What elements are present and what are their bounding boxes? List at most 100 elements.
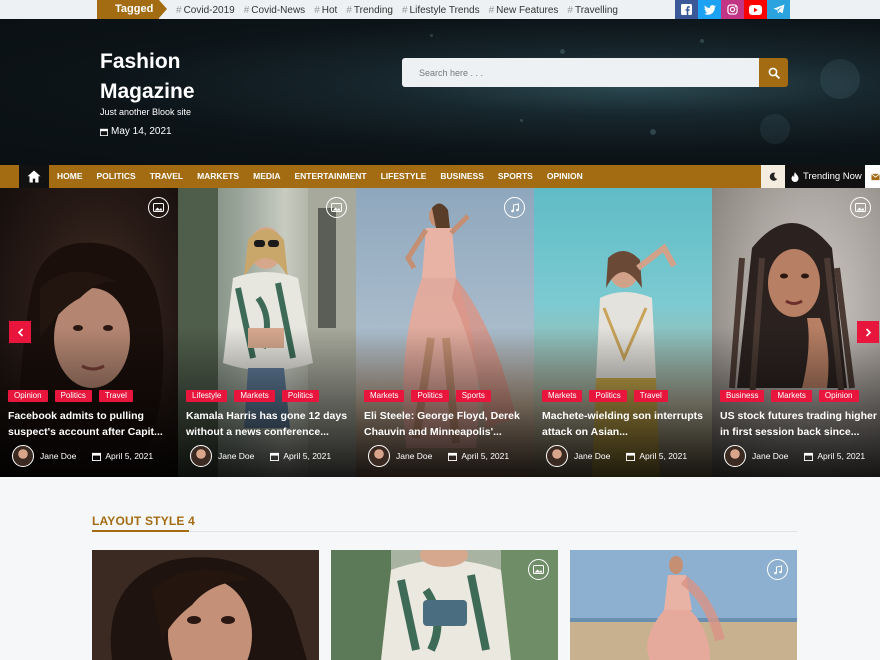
header-date-text: May 14, 2021	[111, 126, 172, 137]
slider-prev-button[interactable]	[9, 321, 31, 343]
slider-next-button[interactable]	[857, 321, 879, 343]
category-badge[interactable]: Markets	[234, 390, 275, 402]
nav-item-politics[interactable]: POLITICS	[97, 165, 136, 188]
category-list: Business Markets Opinion	[720, 390, 859, 402]
search-input[interactable]	[402, 58, 759, 87]
music-icon[interactable]	[504, 197, 525, 218]
moon-icon	[769, 172, 777, 181]
post-card-image	[570, 550, 797, 660]
category-badge[interactable]: Politics	[411, 390, 449, 402]
nav-item-media[interactable]: MEDIA	[253, 165, 280, 188]
category-badge[interactable]: Markets	[364, 390, 405, 402]
chevron-right-icon	[865, 327, 871, 337]
post-date: April 5, 2021	[283, 451, 332, 461]
home-button[interactable]	[19, 165, 49, 188]
nav-item-sports[interactable]: SPORTS	[498, 165, 533, 188]
category-badge[interactable]: Business	[720, 390, 765, 402]
category-badge[interactable]: Markets	[771, 390, 812, 402]
slide-title[interactable]: US stock futures trading higher in first…	[720, 409, 880, 440]
tag-link[interactable]: # Covid-News	[244, 0, 305, 19]
calendar-icon	[626, 452, 636, 461]
tag-link[interactable]: # Trending	[346, 0, 393, 19]
post-meta: Jane Doe April 5, 2021	[546, 445, 687, 467]
search-button[interactable]	[759, 58, 788, 87]
post-card-image	[331, 550, 558, 660]
post-date: April 5, 2021	[817, 451, 866, 461]
tag-link[interactable]: # Covid-2019	[176, 0, 235, 19]
facebook-icon[interactable]	[675, 0, 698, 19]
author-link[interactable]: Jane Doe	[574, 451, 610, 461]
dark-mode-toggle[interactable]	[761, 165, 785, 188]
avatar	[546, 445, 568, 467]
category-list: Markets Politics Travel	[542, 390, 668, 402]
slide-title[interactable]: Kamala Harris has gone 12 days without a…	[186, 409, 352, 440]
category-badge[interactable]: Markets	[542, 390, 583, 402]
category-list: Markets Politics Sports	[364, 390, 491, 402]
slide[interactable]: Markets Politics Sports Eli Steele: Geor…	[356, 188, 534, 477]
category-badge[interactable]: Sports	[455, 390, 491, 402]
nav-item-travel[interactable]: TRAVEL	[150, 165, 183, 188]
tag-link[interactable]: # New Features	[489, 0, 559, 19]
category-badge[interactable]: Travel	[98, 390, 133, 402]
section-title: LAYOUT STYLE 4	[92, 514, 196, 528]
nav-item-opinion[interactable]: OPINION	[547, 165, 583, 188]
top-bar: Tagged # Covid-2019 # Covid-News # Hot # Tre…	[0, 0, 880, 19]
instagram-icon[interactable]	[721, 0, 744, 19]
site-title[interactable]: Fashion Magazine	[100, 47, 220, 107]
telegram-icon[interactable]	[767, 0, 790, 19]
tag-link[interactable]: # Lifestyle Trends	[402, 0, 480, 19]
category-badge[interactable]: Politics	[54, 390, 92, 402]
slide-title[interactable]: Facebook admits to pulling suspect's acc…	[8, 409, 174, 440]
category-badge[interactable]: Politics	[589, 390, 627, 402]
category-badge[interactable]: Lifestyle	[186, 390, 228, 402]
tag-link[interactable]: # Travelling	[567, 0, 618, 19]
calendar-icon	[100, 128, 108, 136]
post-card[interactable]	[92, 550, 319, 660]
trending-label: Trending Now	[803, 171, 862, 182]
tag-link[interactable]: # Hot	[314, 0, 337, 19]
avatar	[368, 445, 390, 467]
post-meta: Jane Doe April 5, 2021	[190, 445, 331, 467]
newsletter-button[interactable]	[865, 165, 880, 188]
post-card[interactable]	[331, 550, 558, 660]
image-icon[interactable]	[850, 197, 871, 218]
home-icon	[27, 170, 41, 183]
social-links	[675, 0, 790, 19]
youtube-icon[interactable]	[744, 0, 767, 19]
bokeh-dot	[560, 49, 565, 54]
bokeh-dot	[820, 59, 860, 99]
category-badge[interactable]: Opinion	[818, 390, 859, 402]
avatar	[190, 445, 212, 467]
section-divider	[92, 531, 797, 532]
header-date: May 14, 2021	[100, 126, 172, 137]
image-icon[interactable]	[326, 197, 347, 218]
slide[interactable]: Lifestyle Markets Politics Kamala Harris…	[178, 188, 356, 477]
music-icon[interactable]	[767, 559, 788, 580]
chevron-left-icon	[17, 327, 23, 337]
nav-item-home[interactable]: HOME	[57, 165, 83, 188]
nav-item-business[interactable]: BUSINESS	[440, 165, 483, 188]
author-link[interactable]: Jane Doe	[752, 451, 788, 461]
author-link[interactable]: Jane Doe	[40, 451, 76, 461]
site-header: Fashion Magazine Just another Blook site…	[0, 19, 880, 165]
post-card[interactable]	[570, 550, 797, 660]
nav-item-lifestyle[interactable]: LIFESTYLE	[381, 165, 427, 188]
category-badge[interactable]: Politics	[281, 390, 320, 402]
twitter-icon[interactable]	[698, 0, 721, 19]
category-badge[interactable]: Travel	[633, 390, 668, 402]
slide[interactable]: Markets Politics Travel Machete-wielding…	[534, 188, 712, 477]
trending-now-button[interactable]: Trending Now	[785, 165, 865, 188]
mail-icon	[871, 172, 880, 180]
image-icon[interactable]	[528, 559, 549, 580]
calendar-icon	[270, 452, 280, 461]
slide-title[interactable]: Machete-wielding son interrupts attack o…	[542, 409, 708, 440]
image-icon[interactable]	[148, 197, 169, 218]
slide-title[interactable]: Eli Steele: George Floyd, Derek Chauvin …	[364, 409, 530, 440]
author-link[interactable]: Jane Doe	[396, 451, 432, 461]
nav-item-markets[interactable]: MARKETS	[197, 165, 239, 188]
avatar	[724, 445, 746, 467]
author-link[interactable]: Jane Doe	[218, 451, 254, 461]
nav-item-entertainment[interactable]: ENTERTAINMENT	[295, 165, 367, 188]
slide[interactable]: Business Markets Opinion US stock future…	[712, 188, 880, 477]
category-badge[interactable]: Opinion	[8, 390, 48, 402]
